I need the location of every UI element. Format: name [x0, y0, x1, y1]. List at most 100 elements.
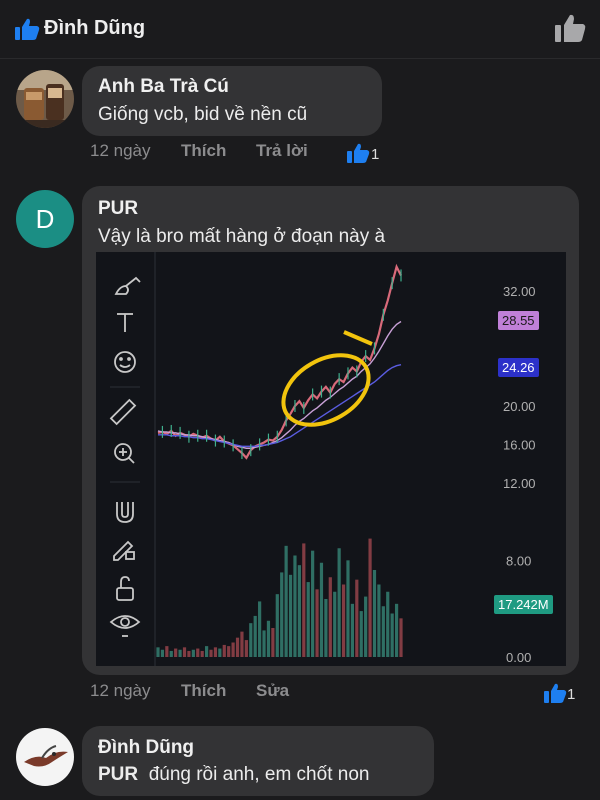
volume-bar [240, 631, 244, 657]
volume-bars [156, 538, 403, 657]
volume-bar [205, 646, 209, 657]
volume-bar [262, 630, 266, 657]
price-tag-pink: 28.55 [498, 311, 539, 330]
mention-tag[interactable]: PUR [98, 764, 138, 785]
text-tool-icon[interactable] [117, 313, 133, 332]
volume-bar [288, 574, 293, 657]
volume-bar [324, 599, 328, 657]
comment-time: 12 ngày [90, 681, 151, 700]
volume-bar [174, 648, 178, 657]
volume-bar [191, 649, 195, 657]
volume-bar [231, 642, 235, 657]
volume-bar [266, 620, 271, 657]
volume-bar [182, 647, 187, 657]
price-tick-label: 32.00 [503, 284, 536, 299]
chart-image[interactable]: 32.0024.0020.0016.0012.008.004.000.00 28… [96, 252, 566, 666]
ruler-icon[interactable] [109, 398, 137, 426]
volume-bar [368, 538, 372, 657]
comment-author[interactable]: Anh Ba Trà Cú [98, 76, 229, 98]
volume-bar [359, 611, 363, 657]
volume-bar [169, 650, 173, 657]
post-header: Đình Dũng [0, 0, 600, 58]
volume-tick-label: 0.00 [506, 650, 531, 665]
avatar[interactable]: D [16, 190, 74, 248]
comment-text: Vậy là bro mất hàng ở đoạn này à [98, 226, 386, 247]
magnet-icon[interactable] [116, 502, 134, 523]
price-tick-label: 12.00 [503, 476, 536, 491]
zoom-icon[interactable] [114, 443, 135, 464]
volume-bar [178, 649, 182, 657]
price-tick-label: 20.00 [503, 399, 536, 414]
volume-bar [364, 596, 368, 657]
volume-tag: 17.242M [494, 595, 553, 614]
bird-logo-icon [24, 745, 68, 767]
volume-bar [249, 623, 253, 657]
volume-bar [341, 584, 346, 657]
price-tag-blue: 24.26 [498, 358, 539, 377]
highlight-circle-tail [343, 330, 373, 346]
like-count: 1 [567, 686, 576, 703]
volume-bar [222, 644, 226, 657]
volume-bar [156, 647, 160, 657]
volume-bar [280, 572, 284, 657]
volume-bar [227, 646, 231, 657]
volume-bar [209, 649, 213, 657]
volume-bar [196, 648, 200, 657]
like-count-icon [347, 143, 370, 163]
volume-bar [258, 601, 262, 657]
volume-bar [350, 603, 354, 657]
avatar-letter: D [35, 203, 55, 234]
like-count-icon [544, 683, 567, 703]
header-divider [0, 58, 600, 59]
volume-bar [218, 648, 222, 657]
highlight-circle [281, 353, 371, 427]
volume-bar [253, 615, 257, 657]
volume-bar [377, 584, 381, 657]
comment-author[interactable]: PUR [98, 198, 138, 220]
comment-time: 12 ngày [90, 141, 151, 160]
volume-bar [315, 589, 319, 657]
volume-bar [333, 591, 337, 657]
like-count: 1 [371, 146, 380, 163]
volume-bar [302, 543, 306, 657]
reply-action[interactable]: Trả lời [256, 141, 308, 161]
volume-bar [275, 594, 279, 657]
volume-bar [386, 591, 390, 657]
volume-bar [381, 606, 385, 657]
volume-bar [372, 570, 377, 657]
volume-bar [244, 640, 248, 657]
comment-author[interactable]: Đình Dũng [98, 737, 194, 759]
volume-bar [165, 646, 169, 657]
comment-body: đúng rồi anh, em chốt non [148, 764, 370, 785]
volume-bar [187, 650, 191, 657]
emoji-icon[interactable] [114, 351, 136, 373]
volume-bar [337, 548, 341, 657]
volume-bar [399, 618, 403, 657]
volume-bar [390, 613, 394, 657]
eye-icon[interactable] [109, 615, 141, 637]
like-button-icon[interactable] [554, 13, 586, 43]
like-action[interactable]: Thích [181, 141, 226, 161]
volume-bar [160, 649, 165, 657]
volume-bar [328, 577, 332, 657]
edit-action[interactable]: Sửa [256, 681, 289, 701]
volume-bar [355, 579, 359, 657]
post-author-name[interactable]: Đình Dũng [44, 17, 145, 40]
like-action[interactable]: Thích [181, 681, 226, 701]
avatar[interactable] [16, 70, 74, 128]
volume-bar [319, 562, 324, 657]
avatar-photo [16, 70, 74, 128]
volume-bar [346, 560, 350, 657]
volume-bar [200, 650, 204, 657]
unlock-icon[interactable] [116, 576, 134, 601]
volume-tick-label: 8.00 [506, 553, 531, 568]
pencil-lock-icon[interactable] [113, 540, 135, 561]
volume-bar [306, 582, 310, 657]
volume-bar [293, 555, 297, 657]
comment-text: Giống vcb, bid về nền cũ [98, 104, 308, 125]
brush-icon[interactable] [114, 276, 141, 295]
avatar[interactable] [16, 728, 74, 786]
volume-bar [284, 545, 288, 657]
price-tick-label: 16.00 [503, 437, 536, 452]
like-icon [15, 18, 40, 40]
